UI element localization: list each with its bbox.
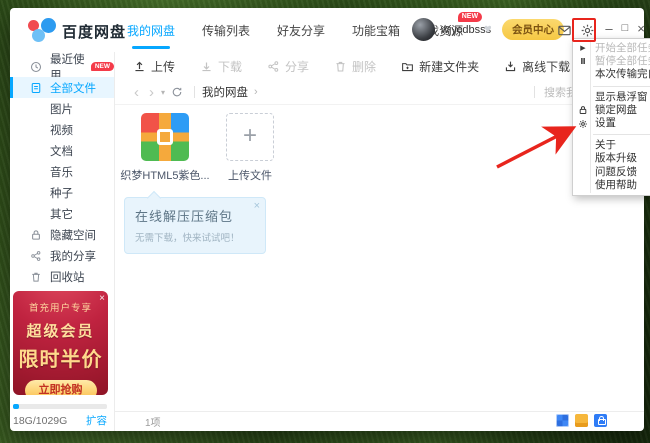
promo-subtitle: 限时半价 [13,343,108,372]
close-icon[interactable]: × [254,200,260,212]
new-badge: NEW [458,12,482,22]
upload-tile-label: 上传文件 [211,167,289,183]
new-badge: NEW [91,62,114,72]
zip-file-icon [141,113,189,161]
clock-icon [30,61,42,73]
promo-card[interactable]: × 首充用户专享 超级会员 限时半价 立即抢购 [13,291,108,395]
share-icon [30,250,42,262]
close-icon[interactable]: × [99,293,105,304]
menu-item-settings[interactable]: 设置 [573,117,650,130]
lock-icon [577,104,589,117]
close-button[interactable]: × [634,21,644,36]
divider [534,86,535,98]
breadcrumb-bar: ‹ › ▾ 我的网盘 › 搜索我的网盘文件 [115,80,644,105]
gear-icon [577,117,589,130]
vip-level-icon: ♥ [484,21,492,36]
tab-transfer-list[interactable]: 传输列表 [200,18,252,43]
file-grid: 织梦HTML5紫色... + 上传文件 × 在线解压压缩包 无需下载，快来试试吧… [115,105,644,411]
sidebar-item-others[interactable]: 其它 [10,203,114,224]
tab-toolbox[interactable]: 功能宝箱 [350,18,402,43]
minimize-button[interactable]: – [602,21,616,36]
sidebar-item-torrents[interactable]: 种子 [10,182,114,203]
breadcrumb-sep-icon: › [254,86,258,98]
menu-item-pause-all-tasks[interactable]: Ⅱ 暂停全部任务 [573,55,650,68]
titlebar: 百度网盘 我的网盘 传输列表 好友分享 功能宝箱 找资源 NEW wjycdbs… [10,8,644,52]
main-area: 上传 下载 分享 删除 新建文件夹 [115,52,644,431]
maximize-button[interactable]: □ [618,22,632,34]
menu-separator [593,134,650,135]
offline-download-button[interactable]: 离线下载 ▾ [504,58,581,75]
desktop-background: { "app": { "title": "百度网盘", "tabs": [ { … [0,0,650,443]
annotation-red-box [572,18,596,42]
expand-storage-link[interactable]: 扩容 [86,413,107,428]
menu-separator [593,86,650,87]
sidebar-item-hidden-space[interactable]: 隐藏空间 [10,224,114,245]
menu-item-start-all-tasks[interactable]: ▶ 开始全部任务 [573,42,650,55]
upload-file-tile[interactable]: + [226,113,274,161]
plus-icon: + [243,122,257,149]
delete-button[interactable]: 删除 [334,58,376,75]
promo-header: 首充用户专享 [13,300,108,314]
tooltip-title: 在线解压压缩包 [135,206,255,225]
sidebar-item-music[interactable]: 音乐 [10,161,114,182]
tab-my-drive[interactable]: 我的网盘 [125,18,177,43]
menu-item-version-upgrade[interactable]: 版本升级 [573,152,650,165]
menu-item-about[interactable]: 关于 [573,139,650,152]
sidebar-item-documents[interactable]: 文档 [10,140,114,161]
tab-friend-share[interactable]: 好友分享 [275,18,327,43]
file-item-zip[interactable] [141,113,189,161]
storage-progress-fill [13,404,19,409]
settings-dropdown-menu: ▶ 开始全部任务 Ⅱ 暂停全部任务 本次传输完自动关机 显示悬浮窗 锁定网盘 设… [572,38,650,196]
back-button[interactable]: ‹ [129,84,144,101]
sidebar-item-recent[interactable]: 最近使用 NEW [10,56,114,77]
menu-item-feedback[interactable]: 问题反馈 [573,166,650,179]
lock-icon [30,229,42,241]
baidu-netdisk-logo-icon [28,18,56,42]
storage-progress-bar [13,404,107,409]
avatar[interactable] [412,18,435,41]
trash-icon [30,271,42,283]
breadcrumb-path[interactable]: 我的网盘 [202,84,248,100]
window-body: 最近使用 NEW 全部文件 图片 视频 文档 音乐 种子 其它 隐藏空间 我的分… [10,52,644,431]
message-icon[interactable] [557,23,572,38]
toolbar: 上传 下载 分享 删除 新建文件夹 [115,52,644,80]
download-button[interactable]: 下载 [200,58,242,75]
storage-usage: 18G/1029G [13,415,67,427]
forward-button[interactable]: › [144,84,159,101]
storage-row: 18G/1029G 扩容 [13,413,107,428]
sidebar-item-pictures[interactable]: 图片 [10,98,114,119]
app-title: 百度网盘 [62,21,126,42]
upload-button[interactable]: 上传 [133,58,175,75]
sidebar-item-recycle-bin[interactable]: 回收站 [10,266,114,287]
sidebar-item-my-shares[interactable]: 我的分享 [10,245,114,266]
menu-item-help[interactable]: 使用帮助 [573,179,650,192]
unzip-tooltip: × 在线解压压缩包 无需下载，快来试试吧！ [124,197,266,254]
file-name: 织梦HTML5紫色... [119,167,211,183]
menu-item-show-float-window[interactable]: 显示悬浮窗 [573,91,650,104]
menu-item-auto-shutdown[interactable]: 本次传输完自动关机 [573,68,650,81]
play-icon: ▶ [577,42,589,55]
sidebar-item-videos[interactable]: 视频 [10,119,114,140]
file-icon [30,82,42,94]
pause-icon: Ⅱ [577,55,589,68]
share-button[interactable]: 分享 [267,58,309,75]
item-count: 1项 [115,414,161,429]
history-caret-icon[interactable]: ▾ [159,88,167,97]
sidebar-item-all-files[interactable]: 全部文件 [10,77,114,98]
app-window: 百度网盘 我的网盘 传输列表 好友分享 功能宝箱 找资源 NEW wjycdbs… [10,8,644,431]
promo-buy-button[interactable]: 立即抢购 [25,380,97,395]
status-bar: 1项 [115,411,644,431]
promo-title: 超级会员 [13,320,108,341]
tooltip-subtitle: 无需下载，快来试试吧！ [135,230,255,244]
refresh-icon[interactable] [167,86,187,98]
menu-item-lock-netdisk[interactable]: 锁定网盘 [573,104,650,117]
vip-center-button[interactable]: 会员中心 [502,19,564,40]
divider [194,86,195,98]
sidebar: 最近使用 NEW 全部文件 图片 视频 文档 音乐 种子 其它 隐藏空间 我的分… [10,52,115,431]
new-folder-button[interactable]: 新建文件夹 [401,58,479,75]
